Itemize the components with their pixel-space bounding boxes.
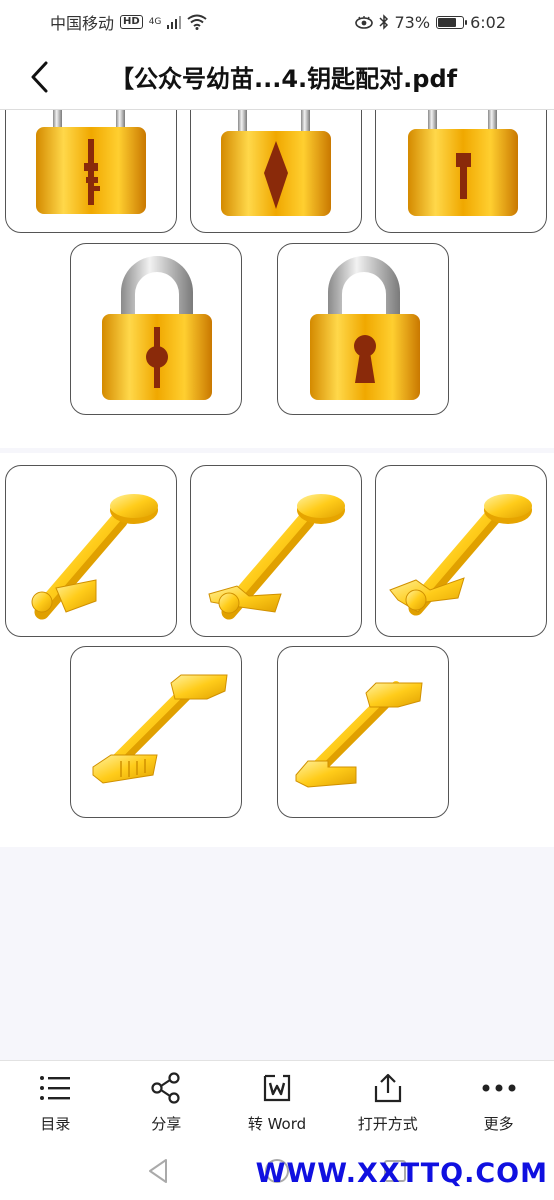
wifi-icon	[187, 14, 208, 30]
open-with-button[interactable]: 打开方式	[332, 1061, 443, 1142]
status-right: 73% 6:02	[354, 12, 506, 32]
pdf-viewer[interactable]	[0, 110, 554, 1060]
lock-card-2	[190, 110, 362, 233]
bottom-toolbar: 目录 分享 转 Word 打开方式 更多	[0, 1060, 554, 1142]
share-button[interactable]: 分享	[111, 1061, 222, 1142]
clock: 6:02	[470, 12, 506, 32]
round-key-icon	[31, 494, 158, 620]
signal-icon	[167, 16, 182, 29]
round-key-icon	[389, 494, 532, 616]
document-title: 【公众号幼苗...4.钥匙配对.pdf	[110, 65, 458, 93]
carrier-name: 中国移动	[50, 14, 115, 33]
chevron-left-icon	[31, 61, 48, 92]
open-with-icon	[371, 1071, 405, 1105]
key-card-3	[375, 465, 547, 637]
eye-comfort-icon	[354, 16, 373, 29]
open-with-label: 打开方式	[357, 1115, 418, 1133]
round-key-icon	[208, 494, 345, 620]
network-type: 4G	[148, 17, 162, 27]
key-card-4	[70, 646, 242, 818]
word-convert-icon	[260, 1071, 294, 1105]
status-bar: 中国移动 HD 4G 73% 6:02	[0, 0, 554, 44]
tbar-key-icon	[295, 681, 423, 788]
padlock-round-slot-icon	[102, 256, 212, 400]
padlock-keyhole-icon	[310, 256, 420, 400]
more-icon	[482, 1071, 516, 1105]
document-header: 【公众号幼苗...4.钥匙配对.pdf	[0, 44, 554, 110]
battery-icon	[436, 15, 468, 29]
key-card-2	[190, 465, 362, 637]
key-card-1	[5, 465, 177, 637]
battery-percent: 73%	[394, 12, 431, 32]
convert-word-button[interactable]: 转 Word	[222, 1061, 333, 1142]
toc-label: 目录	[40, 1115, 71, 1133]
triangle-back-icon	[149, 1159, 167, 1183]
pdf-page-keys	[0, 453, 554, 847]
bluetooth-icon	[378, 14, 388, 30]
toc-button[interactable]: 目录	[0, 1061, 111, 1142]
nav-back-button[interactable]	[144, 1156, 174, 1186]
list-icon	[38, 1071, 72, 1105]
padlock-tbar-icon	[408, 110, 518, 216]
status-left: 中国移动 HD 4G	[50, 10, 208, 34]
convert-word-label: 转 Word	[247, 1115, 307, 1133]
tbar-key-icon	[92, 674, 228, 784]
battery-level	[438, 17, 456, 27]
key-card-5	[277, 646, 449, 818]
back-button[interactable]	[0, 44, 80, 110]
system-nav-bar: WWW.XXTTQ.COM	[0, 1142, 554, 1200]
share-label: 分享	[151, 1115, 182, 1133]
pdf-page-locks	[0, 110, 554, 448]
hd-badge: HD	[120, 15, 143, 29]
lock-card-5	[277, 243, 449, 415]
lock-card-1	[5, 110, 177, 233]
lock-card-4	[70, 243, 242, 415]
padlock-bit-icon	[36, 110, 146, 214]
share-icon	[149, 1071, 183, 1105]
more-label: 更多	[483, 1115, 514, 1133]
padlock-diamond-icon	[221, 110, 331, 216]
watermark-text: WWW.XXTTQ.COM	[255, 1158, 548, 1189]
more-button[interactable]: 更多	[443, 1061, 554, 1142]
lock-card-3	[375, 110, 547, 233]
